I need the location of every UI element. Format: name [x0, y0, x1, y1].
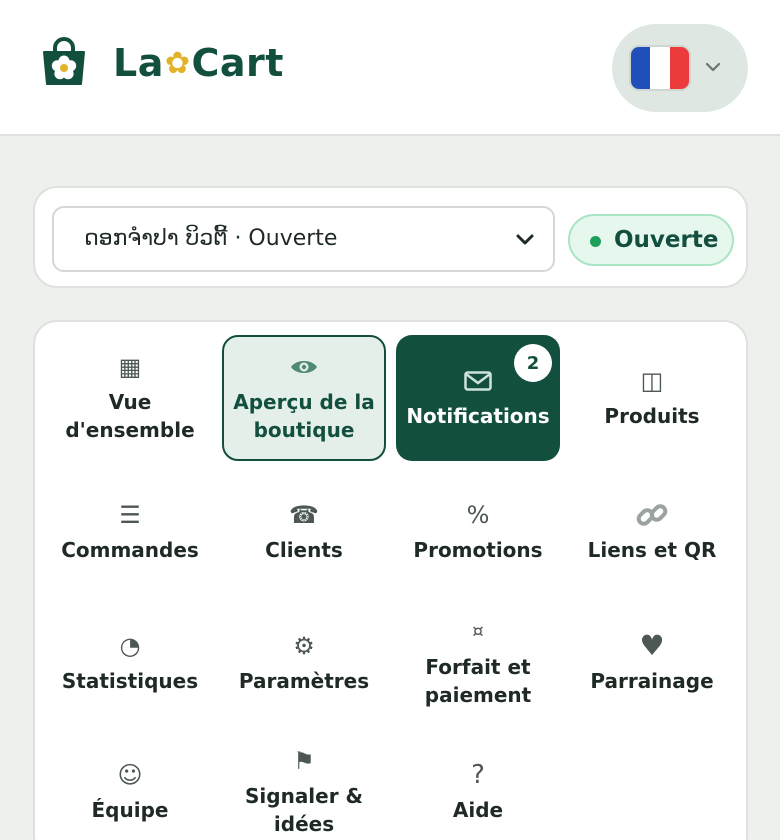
menu-item-plan-payment[interactable]: ¤ Forfait et paiement [396, 600, 560, 726]
menu-item-overview[interactable]: ▦ Vue d'ensemble [48, 335, 212, 461]
menu-item-feedback[interactable]: ⚑ Signaler & idées [222, 729, 386, 840]
question-icon: ? [471, 760, 485, 790]
notification-count-badge: 2 [514, 344, 552, 382]
menu-item-label: Liens et QR [587, 538, 717, 562]
heart-icon: ♥ [639, 629, 665, 662]
brand-logo-text: La ✿ Cart [113, 40, 284, 86]
menu-item-label: Promotions [413, 538, 543, 562]
gear-icon: ⚙ [293, 632, 315, 660]
menu-item-notifications[interactable]: 2 Notifications [396, 335, 560, 461]
pie-chart-icon: ◔ [119, 632, 141, 660]
flag-icon: ⚑ [293, 747, 315, 775]
eye-icon [290, 352, 318, 382]
menu-item-label: Commandes [61, 538, 199, 562]
store-status-badge: Ouverte [568, 214, 734, 266]
link-icon [635, 500, 669, 530]
store-selector-card: ດອກຈຳປາ ບິວຕີ້ · Ouverte Ouverte [33, 186, 748, 288]
menu-item-orders[interactable]: ☰ Commandes [48, 469, 212, 595]
brand-suffix: Cart [191, 41, 284, 85]
menu-item-label: Vue d'ensemble [65, 390, 195, 442]
menu-item-promotions[interactable]: % Promotions [396, 469, 560, 595]
chevron-down-icon [516, 234, 534, 245]
menu-item-label: Clients [265, 538, 343, 562]
menu-item-label: Paramètres [238, 669, 370, 693]
store-select[interactable]: ດອກຈຳປາ ບິວຕີ້ · Ouverte [52, 206, 555, 272]
top-bar: La ✿ Cart [0, 0, 780, 136]
shopping-bag-flower-icon [43, 37, 85, 85]
store-select-value: ດອກຈຳປາ ບິວຕີ້ · Ouverte [84, 226, 338, 251]
store-status-label: Ouverte [614, 227, 719, 253]
menu-item-team[interactable]: ☺ Équipe [48, 729, 212, 840]
menu-item-settings[interactable]: ⚙ Paramètres [222, 600, 386, 726]
menu-item-label: Aperçu de la boutique [233, 390, 375, 442]
flower-icon: ✿ [164, 46, 191, 81]
list-icon: ☰ [119, 501, 141, 529]
menu-item-referral[interactable]: ♥ Parrainage [570, 600, 734, 726]
phone-icon: ☎ [289, 501, 319, 529]
menu-item-products[interactable]: ◫ Produits [570, 335, 734, 461]
language-switcher[interactable] [612, 24, 748, 112]
mail-icon [464, 366, 492, 396]
menu-item-label: Aide [452, 798, 504, 822]
grid-icon: ▦ [118, 353, 142, 381]
menu-item-label: Statistiques [61, 669, 199, 693]
menu-item-label: Parrainage [590, 669, 714, 693]
chevron-down-icon [705, 62, 721, 72]
brand-prefix: La [113, 41, 164, 85]
menu-item-label: Produits [604, 404, 700, 428]
dashboard-menu: ▦ Vue d'ensemble Aperçu de la boutique 2… [33, 320, 748, 840]
fr-flag-icon [631, 47, 689, 89]
menu-item-help[interactable]: ? Aide [396, 729, 560, 840]
menu-item-label: Signaler & idées [245, 784, 363, 836]
percent-icon: % [466, 501, 490, 529]
menu-item-clients[interactable]: ☎ Clients [222, 469, 386, 595]
status-dot-icon [590, 236, 601, 247]
smiley-icon: ☺ [117, 761, 143, 789]
menu-item-label: Notifications [406, 404, 550, 428]
menu-item-links-qr[interactable]: Liens et QR [570, 469, 734, 595]
menu-item-statistics[interactable]: ◔ Statistiques [48, 600, 212, 726]
menu-item-label: Forfait et paiement [424, 655, 532, 707]
menu-item-shop-preview[interactable]: Aperçu de la boutique [222, 335, 386, 461]
currency-icon: ¤ [472, 621, 484, 642]
columns-icon: ◫ [640, 367, 664, 395]
menu-item-label: Équipe [91, 798, 169, 822]
